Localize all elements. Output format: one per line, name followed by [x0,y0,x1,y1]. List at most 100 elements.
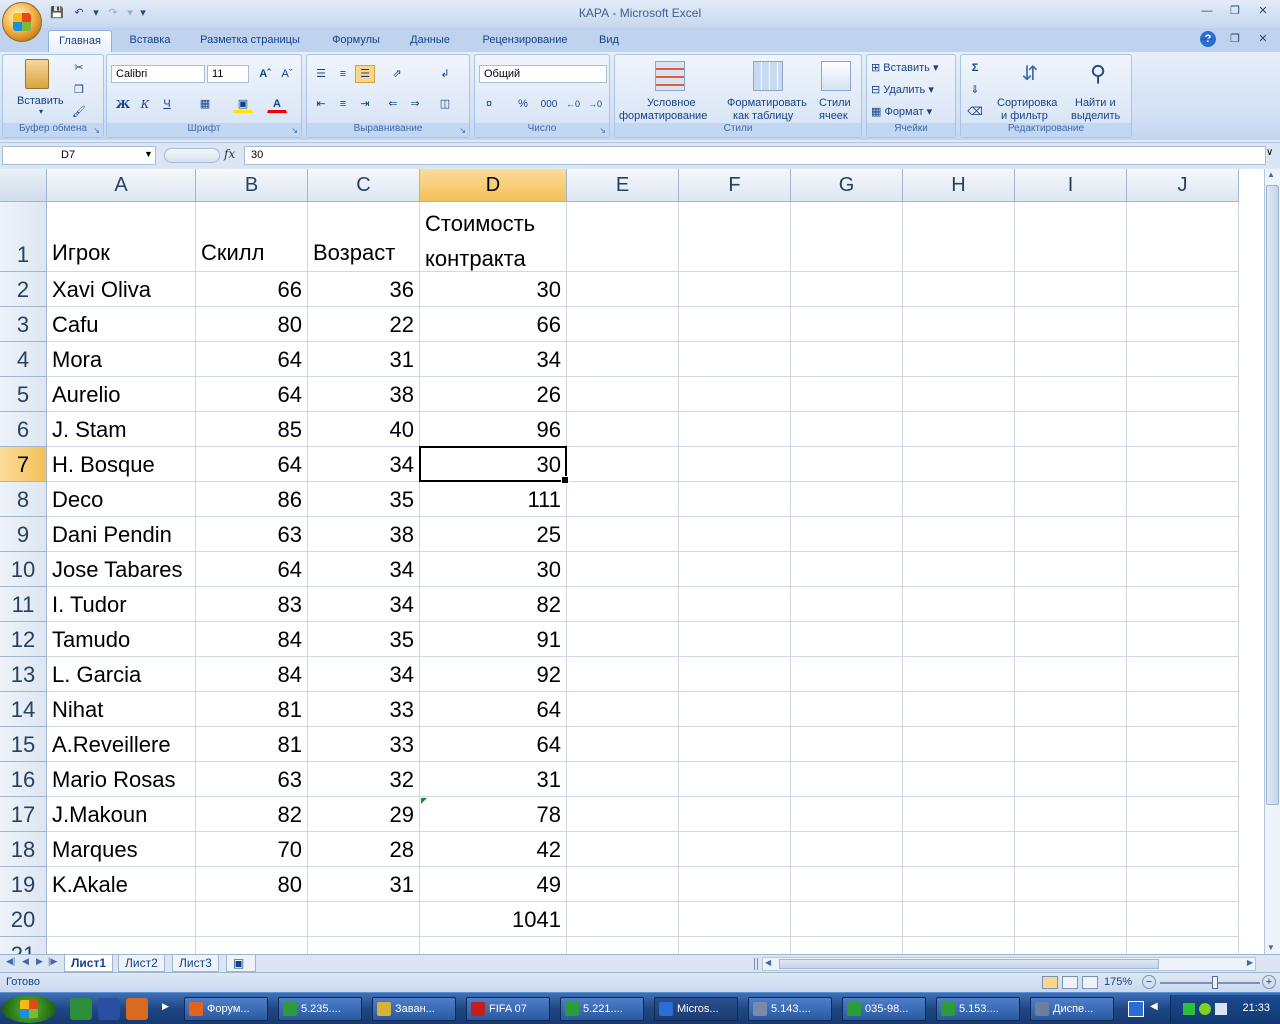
thousands-button[interactable]: 000 [537,95,561,113]
row-header-8[interactable]: 8 [0,482,47,517]
cell-a10[interactable]: Jose Tabares [47,552,196,587]
fill-icon[interactable]: ⇓ [965,81,985,99]
cell-empty[interactable] [567,727,679,762]
taskbar-button-6[interactable]: Micros... [654,997,738,1021]
cell-c15[interactable]: 33 [308,727,420,762]
cell-empty[interactable] [679,552,791,587]
cell-empty[interactable] [679,902,791,937]
cell-d3[interactable]: 66 [420,307,567,342]
currency-icon[interactable]: ¤ [479,95,499,113]
scroll-left-icon[interactable]: ◀ [765,958,771,967]
row-header-12[interactable]: 12 [0,622,47,657]
cell-empty[interactable] [1127,727,1239,762]
row-header-17[interactable]: 17 [0,797,47,832]
cell-b13[interactable]: 84 [196,657,308,692]
cell-empty[interactable] [1127,692,1239,727]
zoom-slider[interactable] [1160,982,1260,984]
cell-empty[interactable] [791,937,903,954]
format-cells-button[interactable]: ▦ Формат ▾ [871,105,932,118]
cell-styles-button[interactable]: Стили ячеек [815,59,859,122]
cell-c10[interactable]: 34 [308,552,420,587]
column-header-d[interactable]: D [420,169,567,202]
row-header-9[interactable]: 9 [0,517,47,552]
cell-c7[interactable]: 34 [308,447,420,482]
next-sheet-icon[interactable]: ▶ [36,956,43,967]
row-header-2[interactable]: 2 [0,272,47,307]
name-box-dropdown-icon[interactable]: ▼ [144,149,153,159]
restore-button[interactable]: ❐ [1226,4,1244,18]
cell-empty[interactable] [903,937,1015,954]
cell-empty[interactable] [903,517,1015,552]
minimize-button[interactable]: — [1198,4,1216,18]
zoom-level[interactable]: 175% [1104,976,1132,988]
cell-b18[interactable]: 70 [196,832,308,867]
cell-empty[interactable] [1127,377,1239,412]
taskbar-button-2[interactable]: 5.235.... [278,997,362,1021]
cell-empty[interactable] [1015,377,1127,412]
cell-a3[interactable]: Cafu [47,307,196,342]
cell-d14[interactable]: 64 [420,692,567,727]
cell-empty[interactable] [1015,832,1127,867]
cell-empty[interactable] [1127,587,1239,622]
clear-icon[interactable]: ⌫ [965,103,985,121]
cell-d8[interactable]: 111 [420,482,567,517]
taskbar-collapse-icon[interactable]: ◀ [1150,1001,1158,1012]
cell-d7[interactable]: 30 [420,447,567,482]
cell-b15[interactable]: 81 [196,727,308,762]
font-name-select[interactable]: Calibri [111,65,205,83]
normal-view-icon[interactable] [1042,976,1058,989]
cell-empty[interactable] [1127,202,1239,272]
cell-d2[interactable]: 30 [420,272,567,307]
conditional-formatting-button[interactable]: Условное форматирование [619,59,723,122]
horizontal-scrollbar[interactable]: ◀ ▶ [762,957,1256,971]
cell-d5[interactable]: 26 [420,377,567,412]
cell-empty[interactable] [567,552,679,587]
cell-empty[interactable] [791,727,903,762]
quicklaunch-expand-icon[interactable]: ▶ [162,1001,169,1012]
tab-page-layout[interactable]: Разметка страницы [190,30,310,52]
cell-d9[interactable]: 25 [420,517,567,552]
decrease-decimal-icon[interactable]: →0 [585,95,605,113]
cell-empty[interactable] [679,797,791,832]
cell-empty[interactable] [1015,272,1127,307]
autosum-button[interactable]: Σ [965,59,985,77]
taskbar-button-4[interactable]: FIFA 07 [466,997,550,1021]
sort-filter-button[interactable]: ⇵ Сортировка и фильтр [997,59,1063,122]
cell-c11[interactable]: 34 [308,587,420,622]
find-select-button[interactable]: ⚲ Найти и выделить [1069,59,1129,122]
cell-a7[interactable]: H. Bosque [47,447,196,482]
cell-empty[interactable] [1015,552,1127,587]
cell-b1[interactable]: Скилл [196,202,308,272]
taskbar-button-10[interactable]: Диспе... [1030,997,1114,1021]
language-indicator[interactable] [1128,1001,1144,1017]
cell-a4[interactable]: Mora [47,342,196,377]
tab-home[interactable]: Главная [48,30,112,52]
cell-empty[interactable] [1015,797,1127,832]
sheet-tab-1[interactable]: Лист1 [64,955,114,972]
cell-empty[interactable] [791,622,903,657]
cell-empty[interactable] [679,727,791,762]
cell-empty[interactable] [679,832,791,867]
cell-empty[interactable] [1127,482,1239,517]
cell-empty[interactable] [1015,482,1127,517]
cell-b8[interactable]: 86 [196,482,308,517]
cell-empty[interactable] [567,832,679,867]
cell-b6[interactable]: 85 [196,412,308,447]
percent-button[interactable]: % [513,95,533,113]
fill-color-icon[interactable]: ▣ [233,95,253,113]
cell-empty[interactable] [567,937,679,954]
merge-center-icon[interactable]: ◫ [435,95,455,113]
cell-empty[interactable] [1015,657,1127,692]
cell-empty[interactable] [791,447,903,482]
cell-empty[interactable] [903,902,1015,937]
shrink-font-icon[interactable]: Aˇ [277,65,297,83]
cell-empty[interactable] [1015,517,1127,552]
vertical-scroll-thumb[interactable] [1266,185,1279,805]
cell-empty[interactable] [903,552,1015,587]
cell-empty[interactable] [679,377,791,412]
tray-icon-1[interactable] [1183,1003,1195,1015]
cell-d4[interactable]: 34 [420,342,567,377]
workbook-restore-button[interactable]: ❐ [1226,32,1244,46]
cell-empty[interactable] [903,727,1015,762]
cell-a1[interactable]: Игрок [47,202,196,272]
